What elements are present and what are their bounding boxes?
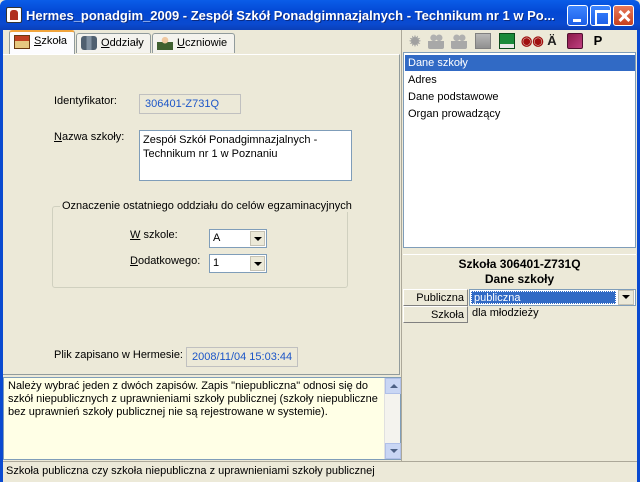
tab-szkola[interactable]: Szkoła bbox=[9, 30, 75, 54]
in-school-select[interactable]: A bbox=[209, 229, 267, 248]
save-icon[interactable] bbox=[499, 33, 515, 49]
tab-strip: Szkoła Oddziały Uczniowie bbox=[3, 30, 399, 54]
properties-header-section: Dane szkoły bbox=[484, 272, 555, 286]
tab-oddzialy[interactable]: Oddziały bbox=[76, 33, 151, 53]
title-bar[interactable]: Hermes_ponadgim_2009 - Zespół Szkół Pona… bbox=[0, 0, 640, 30]
saved-timestamp-field[interactable]: 2008/11/04 15:03:44 bbox=[186, 347, 298, 367]
identifier-label: Identyfikator: bbox=[54, 95, 117, 107]
close-button[interactable] bbox=[613, 5, 634, 26]
help-text-area[interactable]: Należy wybrać jeden z dwóch zapisów. Zap… bbox=[3, 377, 401, 460]
minimize-button[interactable] bbox=[567, 5, 588, 26]
exam-class-groupbox bbox=[52, 206, 348, 288]
chevron-down-icon[interactable] bbox=[618, 290, 634, 305]
tab-uczniowie[interactable]: Uczniowie bbox=[152, 33, 235, 53]
chevron-down-icon[interactable] bbox=[250, 231, 265, 246]
add-people-icon[interactable] bbox=[428, 33, 444, 49]
additional-select[interactable]: 1 bbox=[209, 254, 267, 273]
status-bar: Szkoła publiczna czy szkoła niepubliczna… bbox=[3, 461, 637, 482]
letter-a-icon[interactable]: Ä bbox=[544, 33, 560, 49]
in-school-value: A bbox=[213, 232, 221, 244]
list-item-dane-szkoly[interactable]: Dane szkoły bbox=[405, 55, 635, 71]
section-list[interactable]: Dane szkoły Adres Dane podstawowe Organ … bbox=[403, 52, 636, 248]
tab-szkola-label: zkoła bbox=[41, 35, 68, 47]
properties-header-school: Szkoła 306401-Z731Q bbox=[458, 257, 581, 271]
school-icon bbox=[14, 35, 30, 49]
window-title: Hermes_ponadgim_2009 - Zespół Szkół Pona… bbox=[26, 8, 555, 23]
in-school-label-text: szkole: bbox=[140, 229, 178, 241]
additional-label: Dodatkowego: bbox=[130, 255, 200, 267]
app-icon[interactable] bbox=[6, 7, 22, 23]
tab-oddzialy-label: ddziały bbox=[109, 37, 144, 49]
additional-label-text: odatkowego: bbox=[137, 255, 201, 267]
publiczna-select[interactable]: publiczna bbox=[469, 289, 636, 306]
chevron-down-icon[interactable] bbox=[250, 256, 265, 271]
property-value-szkola[interactable]: dla młodzieży bbox=[469, 305, 636, 322]
binoculars-icon[interactable]: ◉◉ bbox=[521, 33, 544, 49]
scroll-down-button[interactable] bbox=[385, 443, 401, 459]
tab-uczniowie-label: czniowie bbox=[184, 37, 228, 49]
book-icon[interactable] bbox=[567, 33, 583, 49]
remove-people-icon[interactable] bbox=[451, 33, 467, 49]
tab-uczniowie-accel: U bbox=[177, 37, 185, 49]
school-name-label: Nazwa szkoły: bbox=[54, 131, 124, 143]
list-item-organ-prowadzacy[interactable]: Organ prowadzący bbox=[405, 106, 635, 122]
additional-value: 1 bbox=[213, 257, 220, 269]
in-school-label: W szkole: bbox=[130, 229, 178, 241]
school-name-label-accel: N bbox=[54, 131, 62, 143]
in-school-label-accel: W bbox=[130, 229, 141, 241]
scroll-up-button[interactable] bbox=[385, 378, 401, 394]
property-key-publiczna: Publiczna bbox=[403, 289, 468, 306]
publiczna-value: publiczna bbox=[471, 291, 616, 304]
gear-icon[interactable]: ✹ bbox=[407, 33, 423, 49]
exam-class-group-title: Oznaczenie ostatniego oddziału do celów … bbox=[60, 200, 354, 212]
help-scrollbar[interactable] bbox=[384, 378, 401, 459]
help-text: Należy wybrać jeden z dwóch zapisów. Zap… bbox=[8, 380, 378, 418]
property-key-szkola: Szkoła bbox=[403, 306, 468, 323]
tab-oddzialy-accel: O bbox=[101, 37, 110, 49]
additional-label-accel: D bbox=[130, 255, 138, 267]
classroom-icon bbox=[81, 36, 97, 50]
student-icon bbox=[157, 36, 173, 50]
list-item-dane-podstawowe[interactable]: Dane podstawowe bbox=[405, 89, 635, 105]
saved-label: Plik zapisano w Hermesie: bbox=[54, 349, 183, 361]
letter-p-icon[interactable]: P bbox=[590, 33, 606, 49]
properties-header: Szkoła 306401-Z731Q Dane szkoły bbox=[403, 254, 636, 286]
toolbar: ✹ ◉◉ Ä P bbox=[402, 31, 637, 53]
copy-icon[interactable] bbox=[475, 33, 491, 49]
school-name-field[interactable]: Zespół Szkół Ponadgimnazjalnych - Techni… bbox=[139, 130, 352, 181]
school-name-label-text: azwa szkoły: bbox=[61, 131, 125, 143]
identifier-field[interactable]: 306401-Z731Q bbox=[139, 94, 241, 114]
list-item-adres[interactable]: Adres bbox=[405, 72, 635, 88]
maximize-button[interactable] bbox=[590, 5, 611, 26]
properties-grid: Publiczna publiczna Szkoła dla młodzieży bbox=[403, 289, 636, 461]
